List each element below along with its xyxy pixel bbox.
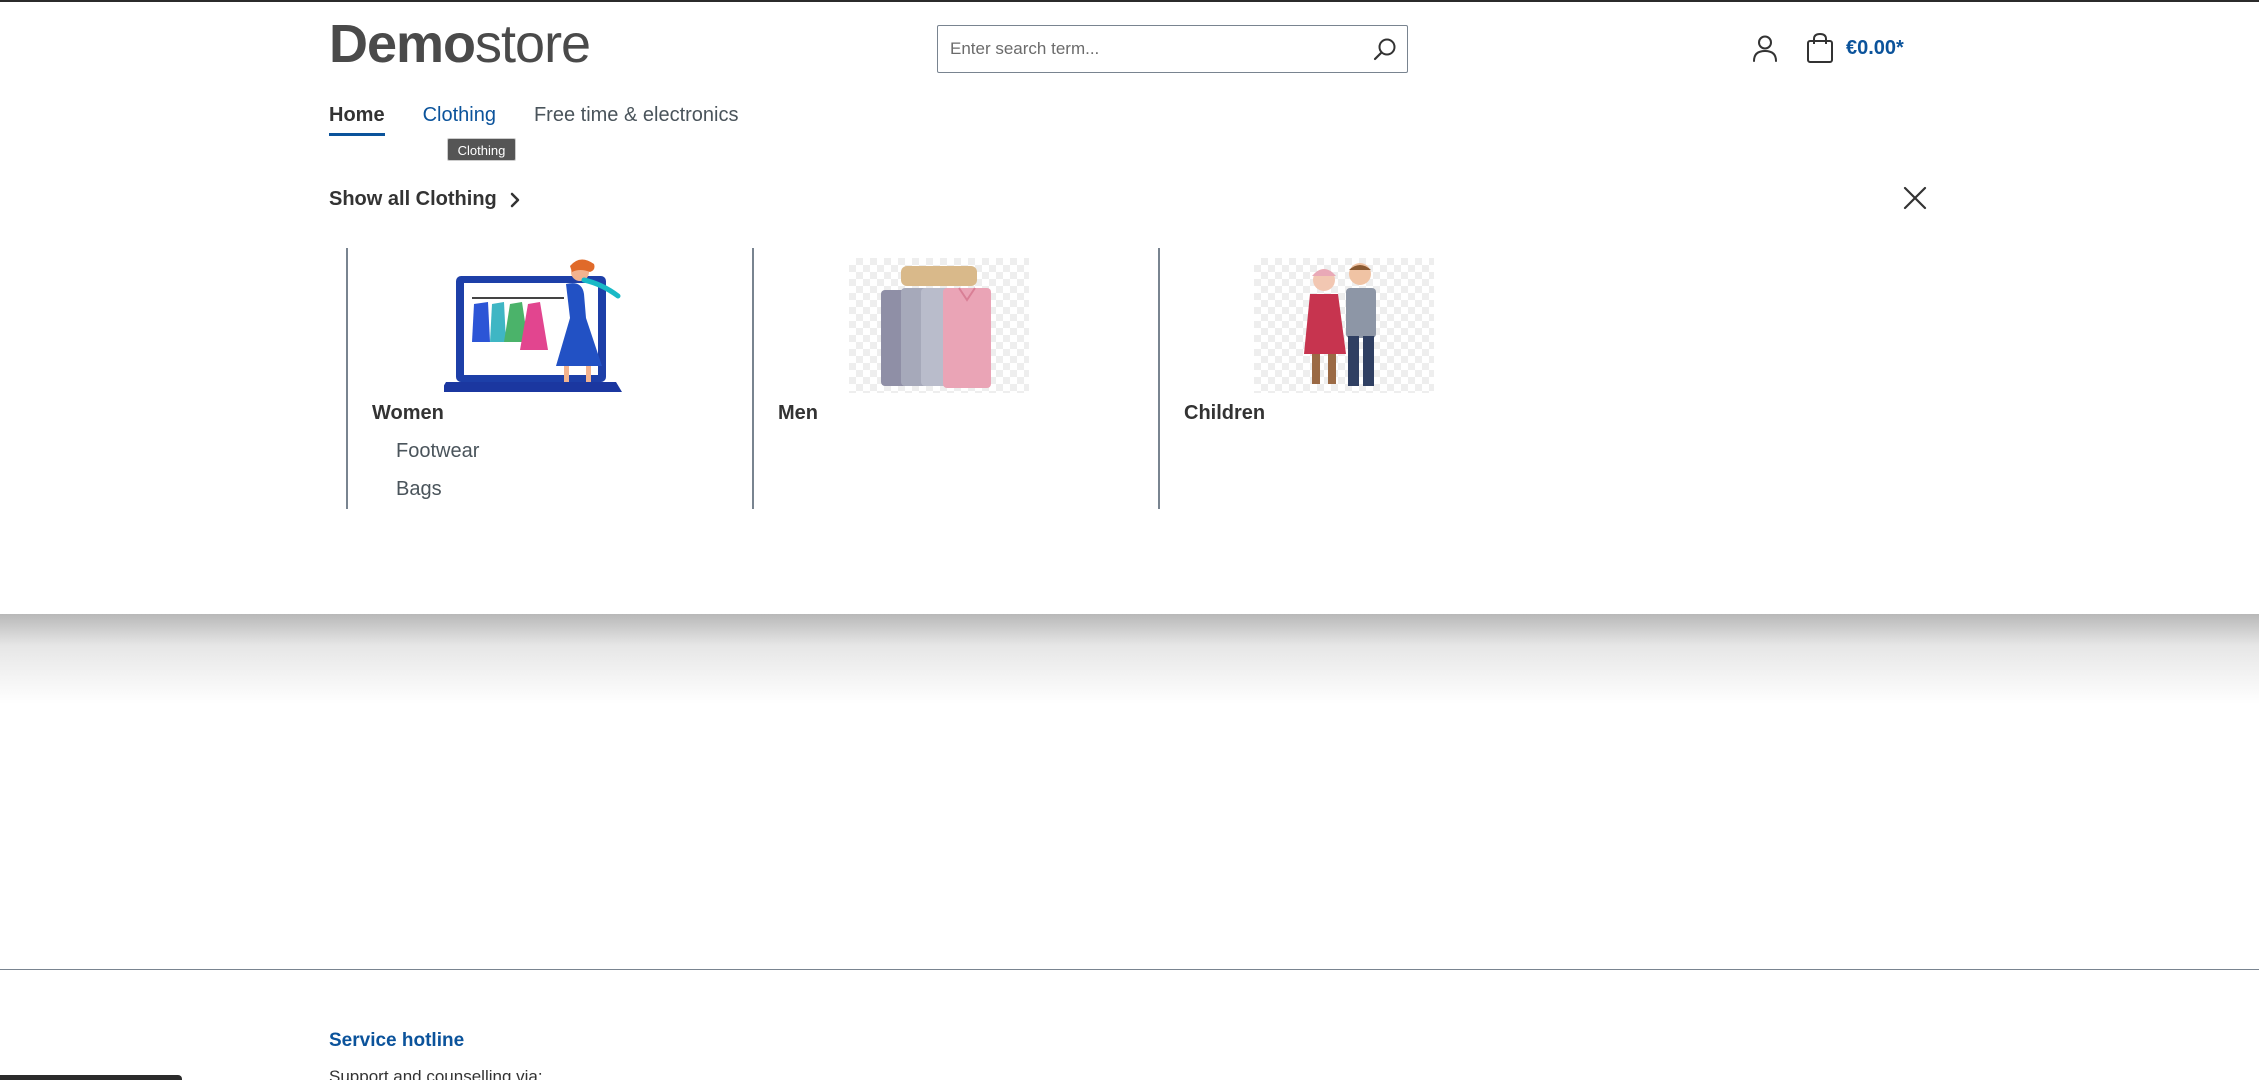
category-image-children[interactable] [1254,258,1434,393]
subcategory-bags[interactable]: Bags [396,478,442,501]
subcategory-footwear[interactable]: Footwear [396,440,479,463]
main-navigation: Home Clothing Free time & electronics [329,104,776,136]
footer-divider [0,969,2259,970]
close-flyout-button[interactable] [1901,184,1929,212]
nav-tooltip: Clothing [447,138,516,161]
men-shirts-photo [881,266,991,388]
shopping-bag-icon [1807,32,1833,63]
nav-item-free-time-electronics[interactable]: Free time & electronics [534,104,739,136]
category-title-children[interactable]: Children [1184,402,1265,425]
search-box [937,25,1408,73]
category-title-men[interactable]: Men [778,402,818,425]
show-all-clothing-link[interactable]: Show all Clothing [329,188,521,211]
nav-item-home[interactable]: Home [329,104,385,136]
chevron-right-icon [510,192,520,207]
service-hotline-text: Support and counselling via: [329,1067,543,1080]
nav-item-clothing[interactable]: Clothing [423,104,496,136]
search-button[interactable] [1371,36,1399,64]
category-column-men: Men [752,248,1152,509]
cart-button[interactable]: €0.00* [1806,32,1904,64]
category-column-women: Women Footwear Bags [346,248,746,509]
search-input[interactable] [939,27,1339,71]
category-title-women[interactable]: Women [372,402,444,425]
category-column-children: Children [1158,248,1558,509]
logo[interactable]: Demostore [329,17,591,71]
service-hotline-heading: Service hotline [329,1030,465,1051]
children-photo [1304,263,1376,386]
logo-bold-text: Demo [329,14,476,74]
logo-light-text: store [475,14,591,74]
women-clothing-illustration [440,259,622,392]
flyout-shadow [0,614,2259,704]
category-image-men[interactable] [849,258,1029,393]
cart-total: €0.00* [1846,36,1904,59]
show-all-label: Show all Clothing [329,188,497,210]
search-icon [1373,38,1396,61]
account-button[interactable] [1750,33,1780,63]
top-border [0,0,2259,2]
user-icon [1753,35,1777,62]
category-image-women[interactable] [440,258,624,393]
close-icon [1903,186,1927,210]
cookie-bar-edge [0,1075,182,1080]
